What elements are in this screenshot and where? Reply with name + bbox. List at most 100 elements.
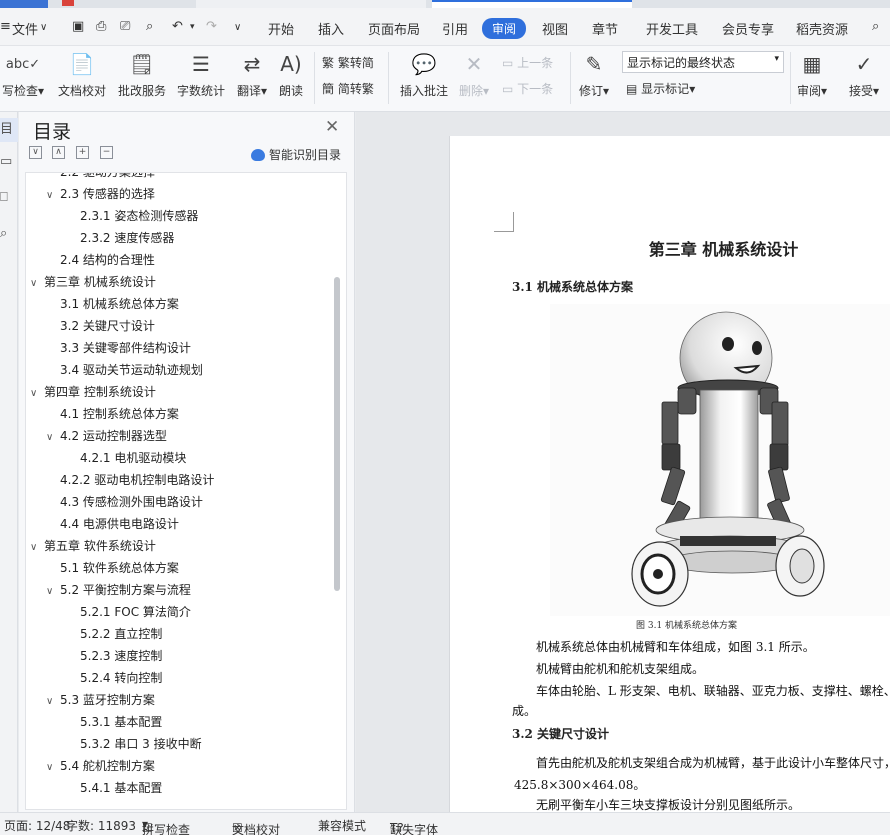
spell-check-status[interactable]: ☑ 拼写检查 ▾ <box>142 817 190 835</box>
search-icon[interactable]: ⌕ <box>872 19 879 34</box>
toc-item[interactable]: 2.4 结构的合理性 <box>60 249 155 271</box>
print-icon[interactable]: ⎚ <box>120 19 130 34</box>
tab-page-layout[interactable]: 页面布局 <box>368 19 420 38</box>
chevron-down-icon[interactable]: ∨ <box>46 691 60 713</box>
accept-button[interactable]: ✓ 接受▾ <box>846 50 882 99</box>
delete-comment-button[interactable]: ✕ 删除▾ <box>456 50 492 99</box>
toc-item[interactable]: 4.2.2 驱动电机控制电路设计 <box>60 469 214 491</box>
toc-item[interactable]: ∨ 第四章 控制系统设计 <box>30 381 156 403</box>
remove-level-icon[interactable]: − <box>100 146 113 159</box>
chevron-down-icon[interactable]: ∨ <box>30 537 44 559</box>
doc-proof-button[interactable]: 📄 文档校对 <box>56 50 108 99</box>
toc-item[interactable]: ∨ 2.3 传感器的选择 <box>46 183 155 205</box>
simp-to-trad-button[interactable]: 簡 简转繁 <box>322 80 374 97</box>
markup-state-select[interactable]: 显示标记的最终状态 ▾ <box>622 51 784 73</box>
toc-item-label: 2.3 传感器的选择 <box>60 187 155 201</box>
app-tab[interactable] <box>0 0 48 8</box>
toc-item[interactable]: ∨ 4.2 运动控制器选型 <box>46 425 167 447</box>
tab-section[interactable]: 章节 <box>592 19 618 38</box>
undo-icon[interactable]: ↶ <box>172 19 183 34</box>
chevron-down-icon[interactable]: ∨ <box>46 427 60 449</box>
toc-item[interactable]: 2.3.2 速度传感器 <box>80 227 174 249</box>
document-page: 第三章 机械系统设计 3.1 机械系统总体方案 图 3.1 机械系统总体方案 机… <box>449 136 890 812</box>
toc-item-label: 2.2 驱动方案选择 <box>60 172 155 179</box>
customize-chevron-icon[interactable]: ∨ <box>234 22 241 33</box>
pdf-tab[interactable] <box>62 0 182 8</box>
toc-item[interactable]: 3.2 关键尺寸设计 <box>60 315 155 337</box>
toc-item[interactable]: 5.2.2 直立控制 <box>80 623 162 645</box>
toc-item[interactable]: 4.1 控制系统总体方案 <box>60 403 179 425</box>
toc-scrollbar[interactable] <box>334 277 340 591</box>
print-preview-icon[interactable]: ⌕ <box>146 19 153 34</box>
tab-insert[interactable]: 插入 <box>318 19 344 38</box>
close-icon[interactable]: ✕ <box>325 117 339 137</box>
doc-proof-label: 文档校对 <box>57 84 106 98</box>
revise-button[interactable]: ✎ 修订▾ <box>576 50 612 99</box>
toc-item[interactable]: 5.4.1 基本配置 <box>80 777 162 799</box>
prev-comment-button[interactable]: ▭ 上一条 <box>502 54 553 71</box>
toc-item[interactable]: ∨ 5.2 平衡控制方案与流程 <box>46 579 191 601</box>
word-count-status[interactable]: 字数: 11893 <box>66 817 136 834</box>
read-aloud-button[interactable]: A) 朗读 <box>276 50 306 99</box>
toc-item[interactable]: 3.3 关键零部件结构设计 <box>60 337 191 359</box>
add-level-icon[interactable]: + <box>76 146 89 159</box>
show-markup-button[interactable]: ▤ 显示标记▾ <box>626 80 695 97</box>
chevron-down-icon[interactable]: ∨ <box>30 273 44 295</box>
active-document-tab[interactable] <box>432 0 632 8</box>
batch-service-button[interactable]: 🗒 批改服务 <box>116 50 168 99</box>
chevron-down-icon[interactable]: ∨ <box>46 581 60 603</box>
toc-item[interactable]: 5.3.2 串口 3 接收中断 <box>80 733 202 755</box>
redo-icon[interactable]: ↷ <box>206 19 217 34</box>
page-indicator[interactable]: 页面: 12/48 <box>4 817 70 834</box>
toc-nav-icon[interactable]: 目 <box>0 118 18 142</box>
tab-dev-tools[interactable]: 开发工具 <box>646 19 698 38</box>
toc-item[interactable]: ∨ 5.4 舵机控制方案 <box>46 755 155 777</box>
review-button[interactable]: ▦ 审阅▾ <box>794 50 830 99</box>
hamburger-icon[interactable]: ≡ <box>0 19 11 34</box>
trad-to-simp-button[interactable]: 繁 繁转简 <box>322 54 374 71</box>
spell-check-button[interactable]: abc✓ 写检查▾ <box>0 50 46 99</box>
toc-item[interactable]: ∨ 第五章 软件系统设计 <box>30 535 156 557</box>
tab-review[interactable]: 审阅 <box>482 18 527 39</box>
toc-item[interactable]: 4.4 电源供电电路设计 <box>60 513 179 535</box>
chevron-down-icon[interactable]: ∨ <box>30 383 44 405</box>
save-icon[interactable]: ▣ <box>72 19 84 34</box>
toc-item[interactable]: 5.3.1 基本配置 <box>80 711 162 733</box>
toc-item[interactable]: 3.4 驱动关节运动轨迹规划 <box>60 359 203 381</box>
tab-home[interactable]: 开始 <box>268 19 294 38</box>
chevron-down-icon[interactable]: ∨ <box>46 185 60 207</box>
toc-item[interactable]: 5.2.3 速度控制 <box>80 645 162 667</box>
file-menu[interactable]: 文件 <box>12 19 38 38</box>
chevron-down-icon[interactable]: ∨ <box>46 757 60 779</box>
smart-toc-button[interactable]: 智能识别目录 <box>251 146 341 163</box>
paragraph: 成。 <box>512 704 537 718</box>
translate-button[interactable]: ⇄ 翻译▾ <box>234 50 270 99</box>
next-comment-button[interactable]: ▭ 下一条 <box>502 80 553 97</box>
bookmark-nav-icon[interactable]: ⎕ <box>0 190 18 214</box>
insert-comment-button[interactable]: 💬 插入批注 <box>398 50 450 99</box>
toc-item[interactable]: 2.2 驱动方案选择 <box>60 172 155 183</box>
toc-item[interactable]: 5.2.4 转向控制 <box>80 667 162 689</box>
tab-member[interactable]: 会员专享 <box>722 19 774 38</box>
toc-item[interactable]: ∨ 第三章 机械系统设计 <box>30 271 156 293</box>
toc-item[interactable]: 5.2.1 FOC 算法简介 <box>80 601 191 623</box>
export-icon[interactable]: ⎙ <box>96 19 106 34</box>
toc-item[interactable]: 4.2.1 电机驱动模块 <box>80 447 186 469</box>
chapter-nav-icon[interactable]: ▭ <box>0 154 18 178</box>
expand-up-icon[interactable]: ∧ <box>52 146 65 159</box>
word-count-button[interactable]: ☰ 字数统计 <box>176 50 226 99</box>
undo-dropdown-icon[interactable]: ▾ <box>190 22 195 32</box>
chevron-down-icon[interactable]: ∨ <box>40 22 47 33</box>
find-nav-icon[interactable]: ⌕ <box>0 226 18 250</box>
tab-references[interactable]: 引用 <box>442 19 468 38</box>
document-tab[interactable] <box>196 0 426 8</box>
toc-item[interactable]: 5.1 软件系统总体方案 <box>60 557 179 579</box>
toc-item[interactable]: ∨ 5.3 蓝牙控制方案 <box>46 689 155 711</box>
toc-item[interactable]: 3.1 机械系统总体方案 <box>60 293 179 315</box>
section-heading: 3.1 机械系统总体方案 <box>512 280 634 294</box>
tab-view[interactable]: 视图 <box>542 19 568 38</box>
tab-docer[interactable]: 稻壳资源 <box>796 19 848 38</box>
toc-item[interactable]: 4.3 传感检测外围电路设计 <box>60 491 203 513</box>
toc-item[interactable]: 2.3.1 姿态检测传感器 <box>80 205 198 227</box>
collapse-all-icon[interactable]: ∨ <box>29 146 42 159</box>
